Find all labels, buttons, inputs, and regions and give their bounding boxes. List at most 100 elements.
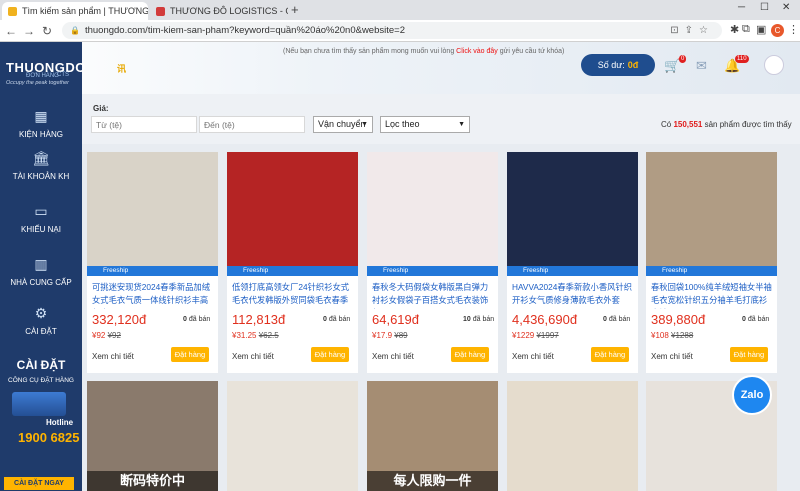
sidebar-item-label: TÀI KHOẢN KH — [12, 172, 70, 181]
cny-old: ¥89 — [394, 331, 408, 340]
address-bar: ← → ↻ 🔒 thuongdo.com/tim-kiem-san-pham?k… — [0, 20, 800, 42]
forward-icon[interactable]: → — [20, 24, 38, 38]
product-image[interactable] — [646, 152, 777, 266]
product-image[interactable] — [367, 152, 498, 266]
sidebar-item-tai-khoan[interactable]: 🏛 TÀI KHOẢN KH — [0, 150, 82, 181]
result-count: Có 150,551 sản phẩm được tìm thấy — [661, 120, 792, 129]
minimize-icon[interactable]: ─ — [738, 2, 745, 13]
view-details-link[interactable]: Xem chi tiết — [372, 352, 414, 361]
site-favicon-icon — [156, 6, 165, 16]
product-card[interactable] — [507, 381, 638, 491]
gear-icon: ⚙ — [34, 305, 48, 321]
sidebar-item-nha-cung-cap[interactable]: ▥ NHÀ CUNG CẤP — [0, 256, 82, 287]
profile-avatar[interactable]: C — [771, 24, 784, 37]
sidebar-item-kien-hang[interactable]: ▦ KIỆN HÀNG — [0, 108, 82, 139]
close-window-icon[interactable]: ✕ — [782, 2, 790, 13]
logo-cn-text: 讯 — [117, 64, 127, 74]
freeship-badge: Freeship — [507, 266, 638, 276]
lock-icon: 🔒 — [70, 26, 80, 35]
extension-icon[interactable]: ✱ — [730, 23, 739, 36]
price-to-input[interactable] — [199, 116, 305, 133]
sold-number: 10 — [463, 316, 471, 323]
product-card[interactable] — [227, 381, 358, 491]
supplier-icon: ▥ — [34, 256, 48, 272]
cny-current: ¥17.9 — [372, 331, 393, 340]
product-price: 64,619đ — [372, 312, 419, 327]
product-name[interactable]: 低领打底高领女厂24针织衫女式毛衣代发韩版外贸同袋毛衣春季 — [232, 281, 354, 309]
site-favicon-icon — [8, 6, 17, 16]
product-name[interactable]: HAVVA2024春季新款小香风针织开衫女气质修身薄款毛衣外套L91870 — [512, 281, 634, 309]
omnibox-icons[interactable]: ⊡⇪☆ — [670, 25, 714, 36]
browser-tabbar: Tìm kiếm sản phẩm | THƯƠNG Đ ✕ THƯƠNG ĐÔ… — [0, 0, 800, 20]
shipping-select[interactable]: Vận chuyển ▼ — [313, 116, 373, 133]
balance-pill[interactable]: Số dư: 0đ — [581, 54, 655, 76]
sort-select[interactable]: Lọc theo ▼ — [380, 116, 470, 133]
browser-tab-search[interactable]: Tìm kiếm sản phẩm | THƯƠNG Đ ✕ — [2, 2, 148, 20]
sort-select-value: Lọc theo — [385, 119, 420, 129]
view-details-link[interactable]: Xem chi tiết — [651, 352, 693, 361]
product-card[interactable]: Freeship 可挑迷安现货2024春季新品加绒女式毛衣气质一体线针织衫丰高领内… — [87, 152, 218, 373]
sidebar-item-label: KIỆN HÀNG — [18, 130, 63, 139]
sold-count: 0 đã bán — [603, 316, 630, 323]
cny-current: ¥92 — [92, 331, 106, 340]
product-card[interactable]: Freeship 低领打底高领女厂24针织衫女式毛衣代发韩版外贸同袋毛衣春季 112… — [227, 152, 358, 373]
promo-title: CÀI ĐẶT — [16, 358, 66, 372]
product-name[interactable]: 春秋回袋100%纯羊绒短袖女半袖毛衣宽松针织五分袖羊毛打底衫中袖 — [651, 281, 773, 309]
order-button[interactable]: Đặt hàng — [171, 347, 209, 362]
sold-number: 0 — [742, 316, 746, 323]
sidebar-item-cai-dat[interactable]: ⚙ CÀI ĐẶT — [0, 305, 82, 336]
product-image[interactable] — [227, 152, 358, 266]
order-button[interactable]: Đặt hàng — [730, 347, 768, 362]
sold-number: 0 — [603, 316, 607, 323]
cart-icon[interactable]: 🛒 — [664, 58, 680, 74]
count-value: 150,551 — [673, 120, 703, 129]
hotline-number[interactable]: 1900 6825 — [18, 430, 79, 445]
back-icon[interactable]: ← — [2, 24, 20, 38]
product-card[interactable]: 每人限购一件 — [367, 381, 498, 491]
logo-tagline: Occupy the peak together — [6, 80, 69, 86]
product-name[interactable]: 可挑迷安现货2024春季新品加绒女式毛衣气质一体线针织衫丰高领内 — [92, 281, 214, 309]
sidebar-item-label: NHÀ CUNG CẤP — [10, 278, 72, 287]
cny-old: ¥1288 — [671, 331, 694, 340]
new-tab-button[interactable]: + — [291, 2, 299, 17]
sold-label: đã bán — [608, 316, 631, 323]
notice-prefix: (Nếu bạn chưa tìm thấy sản phẩm mong muố… — [283, 48, 457, 55]
menu-kebab-icon[interactable]: ⋮ — [788, 23, 799, 36]
mail-icon[interactable]: ✉ — [696, 58, 707, 74]
url-field[interactable]: 🔒 thuongdo.com/tim-kiem-san-pham?keyword… — [62, 22, 722, 39]
product-image[interactable] — [87, 152, 218, 266]
sold-label: đã bán — [328, 316, 351, 323]
product-card[interactable]: 断码特价中 — [87, 381, 218, 491]
browser-tab-logistics[interactable]: THƯƠNG ĐÔ LOGISTICS - CÔNG ✕ — [150, 2, 288, 20]
chevron-down-icon: ▼ — [458, 121, 465, 128]
zalo-chat-button[interactable]: Zalo — [732, 375, 772, 415]
notice-link[interactable]: Click vào đây — [456, 48, 498, 55]
order-button[interactable]: Đặt hàng — [311, 347, 349, 362]
sidebar-item-khieu-nai[interactable]: ▭ KHIẾU NẠI — [0, 203, 82, 234]
cny-price: ¥92 ¥92 — [92, 331, 121, 340]
chevron-down-icon: ▼ — [361, 121, 368, 128]
maximize-icon[interactable]: ☐ — [760, 2, 769, 13]
sold-count: 0 đã bán — [323, 316, 350, 323]
image-caption: 断码特价中 — [87, 471, 218, 491]
price-from-input[interactable] — [91, 116, 197, 133]
product-card[interactable]: Freeship HAVVA2024春季新款小香风针织开衫女气质修身薄款毛衣外套L… — [507, 152, 638, 373]
cny-current: ¥31.25 — [232, 331, 257, 340]
view-details-link[interactable]: Xem chi tiết — [232, 352, 274, 361]
product-card[interactable]: Freeship 春秋回袋100%纯羊绒短袖女半袖毛衣宽松针织五分袖羊毛打底衫中袖… — [646, 152, 777, 373]
product-image[interactable] — [507, 381, 638, 491]
extensions-puzzle-icon[interactable]: ⧉ — [742, 23, 750, 36]
view-details-link[interactable]: Xem chi tiết — [92, 352, 134, 361]
product-image[interactable] — [227, 381, 358, 491]
reload-icon[interactable]: ↻ — [38, 24, 56, 38]
user-avatar[interactable] — [764, 55, 784, 75]
view-details-link[interactable]: Xem chi tiết — [512, 352, 554, 361]
cny-price: ¥1229 ¥1997 — [512, 331, 559, 340]
order-button[interactable]: Đặt hàng — [451, 347, 489, 362]
order-button[interactable]: Đặt hàng — [591, 347, 629, 362]
product-card[interactable]: Freeship 春秋冬大码假袋女韩版黑白弹力衬衫女假袋子百搭女式毛衣装饰领 64,… — [367, 152, 498, 373]
sidebar-panel-icon[interactable]: ▣ — [756, 23, 766, 36]
install-now-button[interactable]: CÀI ĐẶT NGAY — [4, 477, 74, 490]
product-image[interactable] — [507, 152, 638, 266]
product-name[interactable]: 春秋冬大码假袋女韩版黑白弹力衬衫女假袋子百搭女式毛衣装饰领 — [372, 281, 494, 309]
